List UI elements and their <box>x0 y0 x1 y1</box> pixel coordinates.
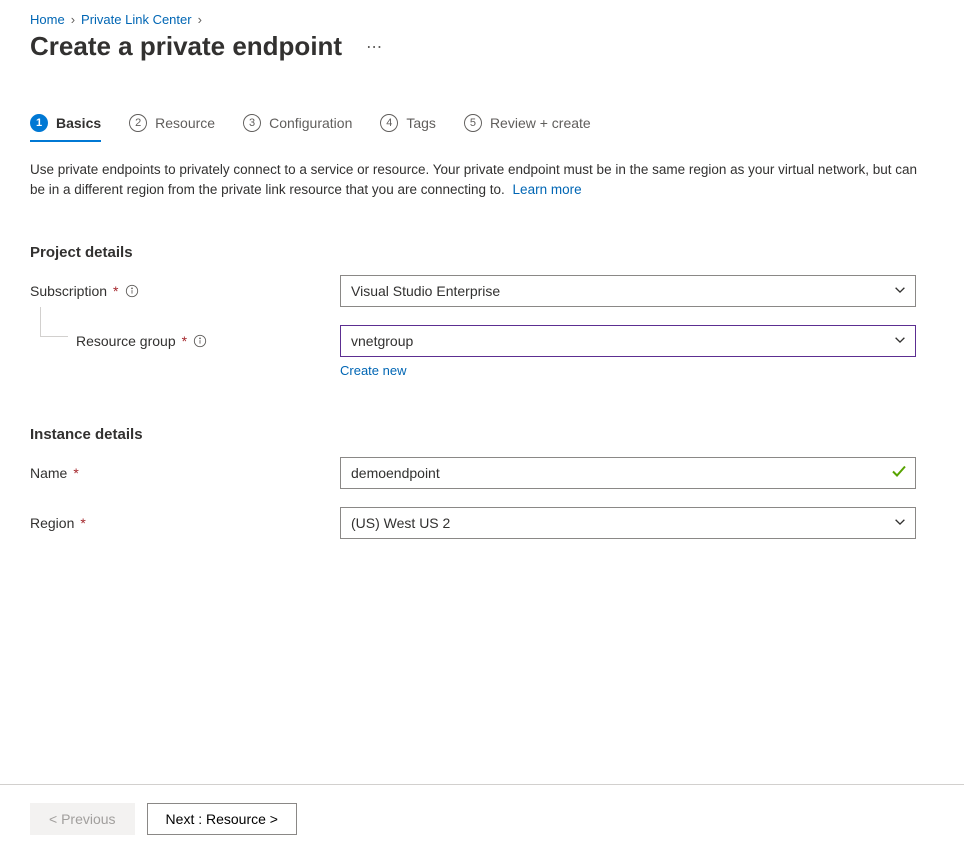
breadcrumb-private-link-center[interactable]: Private Link Center <box>81 12 192 27</box>
tab-resource[interactable]: 2 Resource <box>129 108 215 142</box>
tab-label: Tags <box>406 115 436 131</box>
tab-label: Review + create <box>490 115 591 131</box>
wizard-footer: < Previous Next : Resource > <box>0 785 964 857</box>
wizard-tabs: 1 Basics 2 Resource 3 Configuration 4 Ta… <box>30 108 934 142</box>
region-label: Region <box>30 515 74 531</box>
required-indicator: * <box>73 465 78 481</box>
step-number: 2 <box>129 114 147 132</box>
name-input[interactable]: demoendpoint <box>340 457 916 489</box>
page-title: Create a private endpoint <box>30 31 342 62</box>
select-value: vnetgroup <box>351 333 413 349</box>
tab-configuration[interactable]: 3 Configuration <box>243 108 352 142</box>
tab-label: Basics <box>56 115 101 131</box>
region-select[interactable]: (US) West US 2 <box>340 507 916 539</box>
tab-description: Use private endpoints to privately conne… <box>30 160 920 201</box>
tab-basics[interactable]: 1 Basics <box>30 108 101 142</box>
chevron-down-icon <box>893 333 907 350</box>
chevron-right-icon: › <box>198 12 202 27</box>
tab-review-create[interactable]: 5 Review + create <box>464 108 591 142</box>
resource-group-label: Resource group <box>76 333 176 349</box>
subscription-label: Subscription <box>30 283 107 299</box>
select-value: Visual Studio Enterprise <box>351 283 500 299</box>
more-actions-button[interactable]: ⋯ <box>360 33 390 61</box>
info-icon[interactable] <box>193 334 207 348</box>
next-button[interactable]: Next : Resource > <box>147 803 297 835</box>
required-indicator: * <box>113 283 118 299</box>
select-value: (US) West US 2 <box>351 515 450 531</box>
required-indicator: * <box>80 515 85 531</box>
check-icon <box>891 464 907 483</box>
tab-label: Resource <box>155 115 215 131</box>
breadcrumb-home[interactable]: Home <box>30 12 65 27</box>
chevron-down-icon <box>893 283 907 300</box>
description-text: Use private endpoints to privately conne… <box>30 162 917 197</box>
tab-label: Configuration <box>269 115 352 131</box>
ellipsis-icon: ⋯ <box>366 39 384 56</box>
step-number: 4 <box>380 114 398 132</box>
step-number: 5 <box>464 114 482 132</box>
create-new-resource-group-link[interactable]: Create new <box>340 363 406 378</box>
info-icon[interactable] <box>125 284 139 298</box>
step-number: 3 <box>243 114 261 132</box>
input-value: demoendpoint <box>351 465 440 481</box>
required-indicator: * <box>182 333 187 349</box>
previous-button: < Previous <box>30 803 135 835</box>
section-project-details-heading: Project details <box>30 244 934 261</box>
subscription-select[interactable]: Visual Studio Enterprise <box>340 275 916 307</box>
tree-connector-icon <box>40 307 68 337</box>
step-number: 1 <box>30 114 48 132</box>
resource-group-select[interactable]: vnetgroup <box>340 325 916 357</box>
tab-tags[interactable]: 4 Tags <box>380 108 436 142</box>
name-label: Name <box>30 465 67 481</box>
learn-more-link[interactable]: Learn more <box>513 182 582 197</box>
chevron-right-icon: › <box>71 12 75 27</box>
breadcrumb: Home › Private Link Center › <box>30 12 934 27</box>
section-instance-details-heading: Instance details <box>30 426 934 443</box>
chevron-down-icon <box>893 515 907 532</box>
